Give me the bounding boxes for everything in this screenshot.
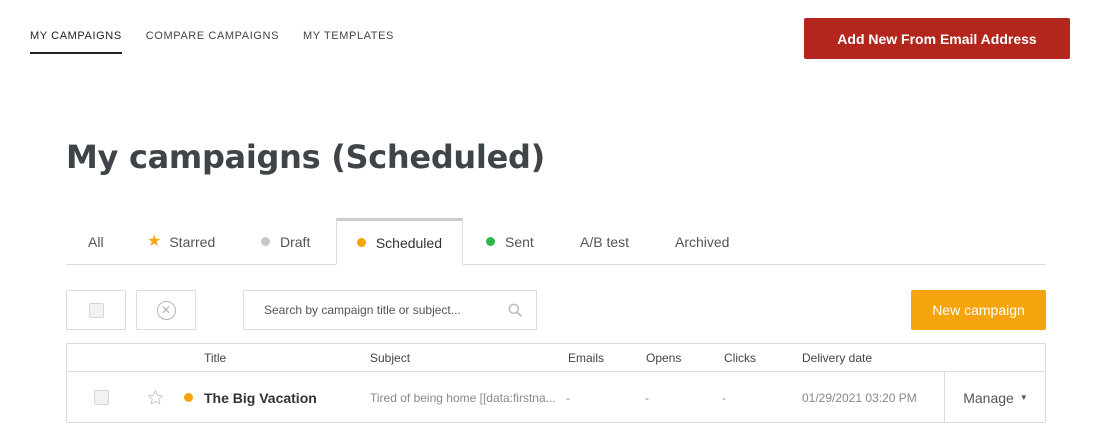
column-header-subject[interactable]: Subject <box>370 351 410 365</box>
campaigns-table: Title Subject Emails Opens Clicks Delive… <box>66 343 1046 423</box>
clear-selection-button[interactable]: ✕ <box>136 290 196 330</box>
select-all-checkbox[interactable] <box>88 302 104 318</box>
nav-compare-campaigns[interactable]: COMPARE CAMPAIGNS <box>146 30 279 54</box>
row-checkbox-cell <box>94 372 109 423</box>
column-header-title[interactable]: Title <box>204 351 226 365</box>
scheduled-status-dot-icon <box>357 238 366 247</box>
campaign-subject: Tired of being home [[data:firstna... <box>370 390 556 405</box>
tab-scheduled[interactable]: Scheduled <box>336 218 463 265</box>
caret-down-icon: ▼ <box>1019 393 1028 402</box>
add-from-email-button[interactable]: Add New From Email Address <box>804 18 1070 59</box>
tab-draft[interactable]: Draft <box>241 218 330 265</box>
table-header: Title Subject Emails Opens Clicks Delive… <box>67 344 1045 372</box>
tab-sent[interactable]: Sent <box>466 218 554 265</box>
select-all-button[interactable] <box>66 290 126 330</box>
star-outline-icon[interactable] <box>147 389 164 406</box>
close-circle-icon: ✕ <box>156 300 176 320</box>
tab-label: Sent <box>505 233 534 250</box>
sent-status-dot-icon <box>486 237 495 246</box>
campaign-delivery-date: 01/29/2021 03:20 PM <box>802 390 917 405</box>
tab-label: Draft <box>280 233 311 250</box>
tab-all[interactable]: All <box>68 218 124 265</box>
campaign-clicks: - <box>722 390 726 405</box>
manage-dropdown[interactable]: Manage ▼ <box>944 372 1046 423</box>
nav-my-templates[interactable]: MY TEMPLATES <box>303 30 394 54</box>
tab-label: Starred <box>169 233 216 250</box>
tab-label: All <box>88 233 104 250</box>
tab-starred[interactable]: ★ Starred <box>127 218 235 265</box>
tab-archived[interactable]: Archived <box>655 218 749 265</box>
star-cell <box>147 372 164 423</box>
campaign-title[interactable]: The Big Vacation <box>204 372 317 423</box>
status-cell <box>184 372 193 423</box>
tab-label: Scheduled <box>375 234 442 251</box>
campaign-emails: - <box>566 390 570 405</box>
column-header-opens[interactable]: Opens <box>646 351 681 365</box>
scheduled-status-dot-icon <box>184 393 193 402</box>
tab-ab-test[interactable]: A/B test <box>560 218 649 265</box>
nav-my-campaigns[interactable]: MY CAMPAIGNS <box>30 30 122 54</box>
top-nav: MY CAMPAIGNS COMPARE CAMPAIGNS MY TEMPLA… <box>30 30 394 54</box>
column-header-delivery-date[interactable]: Delivery date <box>802 351 872 365</box>
tab-label: Archived <box>675 233 730 250</box>
campaign-search <box>243 290 537 330</box>
column-header-emails[interactable]: Emails <box>568 351 604 365</box>
table-row[interactable]: The Big Vacation Tired of being home [[d… <box>67 372 1045 423</box>
status-tabs: All ★ Starred Draft Scheduled Sent A/B t… <box>66 218 1046 265</box>
search-input[interactable] <box>244 291 536 329</box>
draft-status-dot-icon <box>261 237 270 246</box>
new-campaign-button[interactable]: New campaign <box>911 290 1046 330</box>
row-checkbox[interactable] <box>94 390 109 405</box>
column-header-clicks[interactable]: Clicks <box>724 351 756 365</box>
star-icon: ★ <box>147 232 162 250</box>
manage-label: Manage <box>963 389 1014 406</box>
campaign-opens: - <box>645 390 649 405</box>
page-title: My campaigns (Scheduled) <box>66 138 545 176</box>
search-icon[interactable] <box>508 303 522 317</box>
tab-label: A/B test <box>580 233 630 250</box>
